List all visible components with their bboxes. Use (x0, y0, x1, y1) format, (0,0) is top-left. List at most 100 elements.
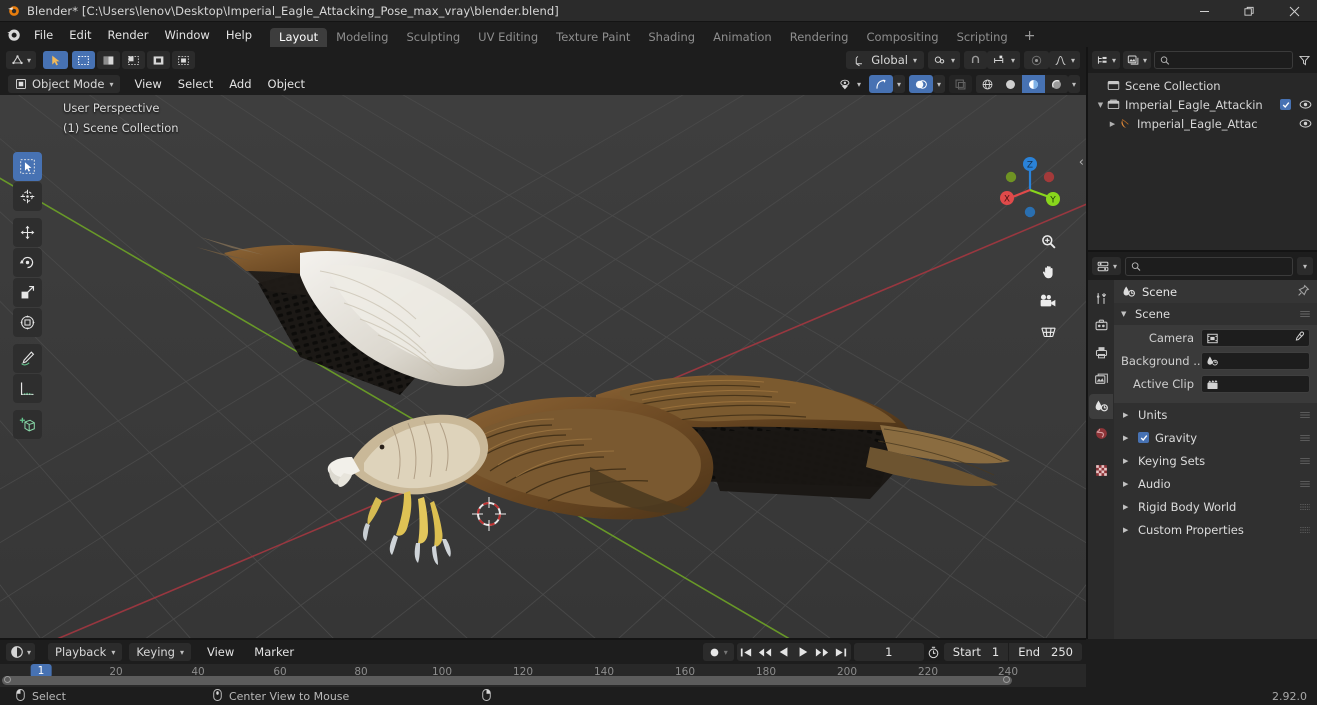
collection-checkbox[interactable] (1280, 99, 1291, 110)
outliner-row-scene-collection[interactable]: Scene Collection (1088, 76, 1317, 95)
grid-icon[interactable] (1037, 320, 1059, 342)
timeline-editor-type-button[interactable]: ▾ (6, 643, 36, 661)
tweak-mode-button[interactable] (43, 51, 69, 69)
viewport-menu-select[interactable]: Select (170, 75, 221, 93)
current-frame-field[interactable]: 1 (853, 643, 924, 661)
section-gravity[interactable]: ▶ Gravity (1114, 426, 1317, 449)
xray-toggle-button[interactable] (948, 75, 972, 93)
tweak-select-tool[interactable] (13, 152, 42, 181)
menu-render[interactable]: Render (100, 26, 157, 44)
object-expander-icon[interactable]: ▶ (1106, 120, 1119, 128)
camera-icon[interactable] (1037, 290, 1059, 312)
select-subtract-button[interactable] (122, 51, 146, 69)
rotate-tool[interactable] (13, 248, 42, 277)
snap-settings-dropdown[interactable]: ▾ (986, 51, 1020, 69)
camera-field[interactable] (1201, 329, 1310, 347)
show-gizmo-button[interactable] (868, 75, 893, 93)
tab-animation[interactable]: Animation (704, 28, 781, 47)
proportional-edit-button[interactable] (1023, 51, 1049, 69)
tab-texture-paint[interactable]: Texture Paint (547, 28, 639, 47)
jump-to-end-button[interactable] (832, 643, 851, 661)
rendered-shading-button[interactable] (1044, 75, 1068, 93)
tab-modeling[interactable]: Modeling (327, 28, 397, 47)
menu-edit[interactable]: Edit (61, 26, 99, 44)
add-cube-tool[interactable] (13, 410, 42, 439)
render-tab[interactable] (1089, 313, 1113, 338)
active-clip-field[interactable] (1201, 375, 1310, 393)
scene-tab[interactable] (1089, 394, 1113, 419)
gizmo-settings-dropdown[interactable]: ▾ (892, 75, 905, 93)
object-visibility-dropdown[interactable]: ▾ (835, 75, 865, 93)
scrollbar-left-handle[interactable] (4, 676, 11, 683)
viewport-canvas[interactable]: User Perspective (1) Scene Collection Z … (0, 95, 1086, 639)
timeline-menu-playback[interactable]: Playback ▾ (48, 643, 123, 661)
properties-search-field[interactable] (1145, 259, 1287, 273)
scrollbar-right-handle[interactable] (1003, 676, 1010, 683)
background-scene-field[interactable] (1201, 352, 1310, 370)
timeline-menu-keying[interactable]: Keying ▾ (129, 643, 191, 661)
sidebar-collapse-icon[interactable]: ‹ (1079, 155, 1084, 170)
tab-rendering[interactable]: Rendering (781, 28, 858, 47)
editor-divider-horizontal-right[interactable] (1088, 250, 1317, 252)
scene-panel-header[interactable]: ▼ Scene (1114, 303, 1317, 325)
viewport-menu-add[interactable]: Add (221, 75, 259, 93)
jump-to-start-button[interactable] (737, 643, 756, 661)
collection-expander-icon[interactable]: ▼ (1094, 101, 1107, 109)
outliner-filter-button[interactable] (1296, 51, 1313, 69)
timeline-scrollbar[interactable] (2, 676, 1012, 685)
outliner-search-field[interactable] (1173, 53, 1287, 67)
transform-orientation-dropdown[interactable]: Global ▾ (846, 51, 924, 69)
editor-type-button[interactable]: ▾ (6, 51, 37, 69)
properties-search-input[interactable] (1125, 256, 1293, 276)
material-preview-button[interactable] (1021, 75, 1045, 93)
view-layer-tab[interactable] (1089, 367, 1113, 392)
transform-tool[interactable] (13, 308, 42, 337)
menu-file[interactable]: File (26, 26, 61, 44)
previous-keyframe-button[interactable] (756, 643, 775, 661)
select-invert-button[interactable] (147, 51, 171, 69)
zoom-icon[interactable] (1037, 230, 1059, 252)
eyedropper-icon[interactable] (1293, 331, 1305, 346)
cursor-tool[interactable] (13, 182, 42, 211)
overlay-settings-dropdown[interactable]: ▾ (932, 75, 945, 93)
tool-tab[interactable] (1089, 286, 1113, 311)
snap-magnet-button[interactable] (963, 51, 987, 69)
select-box-button[interactable] (72, 51, 96, 69)
editor-divider-vertical[interactable] (1086, 47, 1088, 639)
tab-uv-editing[interactable]: UV Editing (469, 28, 547, 47)
show-overlays-button[interactable] (908, 75, 933, 93)
section-audio[interactable]: ▶ Audio (1114, 472, 1317, 495)
menu-help[interactable]: Help (218, 26, 260, 44)
section-keying-sets[interactable]: ▶ Keying Sets (1114, 449, 1317, 472)
gravity-checkbox[interactable] (1138, 432, 1149, 443)
wireframe-shading-button[interactable] (975, 75, 999, 93)
next-keyframe-button[interactable] (813, 643, 832, 661)
pivot-point-dropdown[interactable]: ▾ (927, 51, 960, 69)
navigation-gizmo[interactable]: Z Y X (994, 150, 1066, 222)
timeline-menu-marker[interactable]: Marker (246, 643, 302, 661)
maximize-button[interactable] (1227, 0, 1272, 22)
select-intersect-button[interactable] (172, 51, 196, 69)
properties-options-dropdown[interactable]: ▾ (1296, 257, 1313, 275)
section-rigid-body-world[interactable]: ▶ Rigid Body World (1114, 495, 1317, 518)
object-eye-icon[interactable] (1299, 118, 1312, 129)
select-extend-button[interactable] (97, 51, 121, 69)
auto-keying-button[interactable]: ▾ (702, 643, 734, 661)
tab-compositing[interactable]: Compositing (857, 28, 947, 47)
tab-sculpting[interactable]: Sculpting (397, 28, 469, 47)
section-custom-properties[interactable]: ▶ Custom Properties (1114, 518, 1317, 541)
close-button[interactable] (1272, 0, 1317, 22)
outliner-row-collection[interactable]: ▼ Imperial_Eagle_Attackin (1088, 95, 1317, 114)
tab-layout[interactable]: Layout (270, 28, 328, 47)
texture-tab[interactable] (1089, 458, 1113, 483)
viewport-menu-object[interactable]: Object (260, 75, 313, 93)
timeline-menu-view[interactable]: View (199, 643, 242, 661)
outliner-display-mode-button[interactable]: ▾ (1123, 51, 1152, 69)
tab-shading[interactable]: Shading (639, 28, 704, 47)
interaction-mode-dropdown[interactable]: Object Mode ▾ (8, 75, 121, 93)
properties-editor-type-button[interactable]: ▾ (1092, 257, 1122, 275)
world-tab[interactable] (1089, 421, 1113, 446)
blender-menu-icon[interactable] (0, 27, 26, 42)
viewport-menu-view[interactable]: View (126, 75, 169, 93)
output-tab[interactable] (1089, 340, 1113, 365)
